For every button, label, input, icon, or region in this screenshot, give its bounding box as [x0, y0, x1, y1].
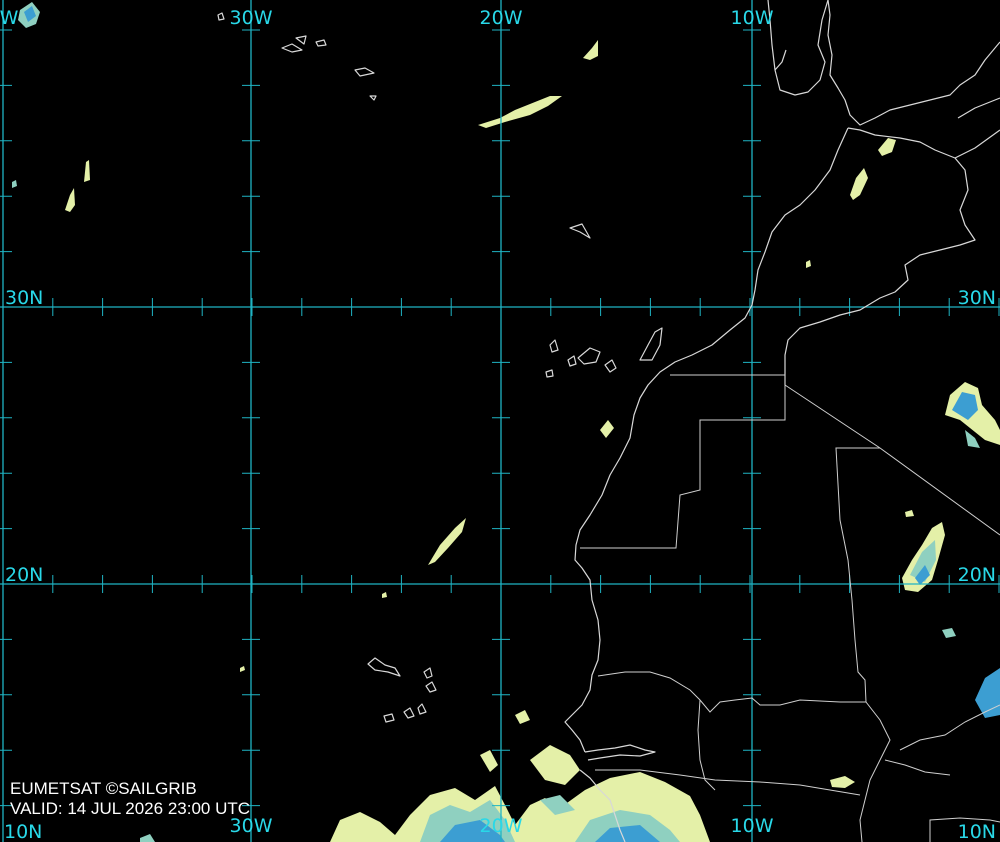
lat-label-right-20n: 20N [958, 564, 996, 586]
lon-label-top-3: 10W [731, 7, 774, 29]
valid-time-text: VALID: 14 JUL 2026 23:00 UTC [10, 799, 251, 818]
satellite-map[interactable]: 0W 30W 20W 10W 10N 30W 20W 10W 10N 30N 2… [0, 0, 1000, 842]
lon-label-top-2: 20W [480, 7, 523, 29]
lat-label-bottom-left: 10N [4, 821, 42, 842]
lon-label-bottom-2: 20W [480, 815, 523, 837]
lon-label-top-0: 0W [0, 7, 19, 29]
lat-label-bottom-right: 10N [958, 821, 996, 842]
credit-text: EUMETSAT ©SAILGRIB [10, 779, 197, 798]
lat-label-left-30n: 30N [5, 287, 43, 309]
lat-label-right-30n: 30N [958, 287, 996, 309]
lon-label-top-1: 30W [230, 7, 273, 29]
lat-label-left-20n: 20N [5, 564, 43, 586]
lon-label-bottom-3: 10W [731, 815, 774, 837]
